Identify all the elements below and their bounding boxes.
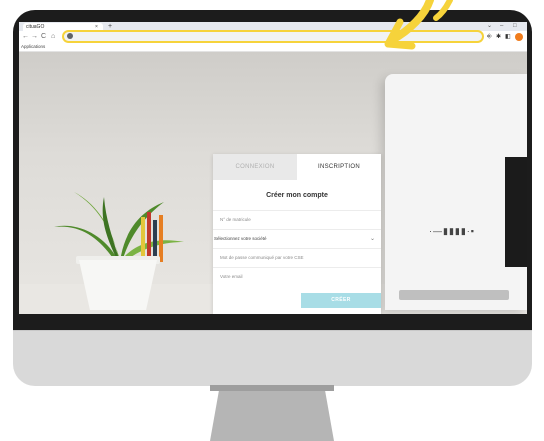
browser-tab-title: cituaGO <box>26 24 45 30</box>
maximize-button[interactable]: □ <box>513 22 517 31</box>
background-speaker-icon: ·—▮▮▮▮·▪ <box>429 226 475 236</box>
cast-icon[interactable]: ⎆ <box>487 32 492 42</box>
reload-icon[interactable]: C <box>41 32 46 42</box>
home-icon[interactable]: ⌂ <box>51 32 55 42</box>
create-account-button[interactable]: CRÉER <box>301 293 381 308</box>
tab-connexion[interactable]: CONNEXION <box>213 154 297 180</box>
company-select[interactable]: Sélectionnez votre société ⌄ <box>213 229 381 248</box>
screen: cituaGO × + ⌄ – □ ← → C ⌂ ⎆ ✱ ◧ Applicat… <box>19 22 527 314</box>
password-field[interactable]: Mot de passe communiqué par votre CSE <box>213 248 381 267</box>
pencils-icon <box>141 212 163 262</box>
matricule-field[interactable]: N° de matricule <box>213 210 381 229</box>
auth-card: CONNEXION INSCRIPTION Créer mon compte N… <box>213 154 381 314</box>
company-select-label: Sélectionnez votre société <box>214 236 267 241</box>
email-field[interactable]: Votre email <box>213 267 381 286</box>
forward-icon[interactable]: → <box>31 32 38 42</box>
background-computer-side <box>505 157 527 267</box>
background-keyboard <box>399 290 509 300</box>
browser-tab[interactable]: cituaGO <box>23 23 103 31</box>
monitor-stand <box>210 385 334 441</box>
new-tab-button[interactable]: + <box>108 22 112 31</box>
chevron-down-icon: ⌄ <box>369 236 375 242</box>
back-icon[interactable]: ← <box>22 32 29 42</box>
extensions-icon[interactable]: ✱ <box>496 32 501 42</box>
matricule-placeholder: N° de matricule <box>220 217 251 222</box>
tab-inscription[interactable]: INSCRIPTION <box>297 154 381 180</box>
plant-pot <box>79 260 157 310</box>
annotation-arrow-icon <box>384 0 453 50</box>
monitor-chin <box>13 330 532 386</box>
password-placeholder: Mot de passe communiqué par votre CSE <box>220 255 304 260</box>
site-info-icon[interactable] <box>67 33 73 39</box>
bookmark-applications[interactable]: Applications <box>21 43 45 51</box>
sidebar-icon[interactable]: ◧ <box>505 32 511 42</box>
minimize-button[interactable]: – <box>500 22 503 31</box>
form-title: Créer mon compte <box>266 192 328 199</box>
tab-search-icon[interactable]: ⌄ <box>487 22 492 31</box>
email-placeholder: Votre email <box>220 274 243 279</box>
auth-tabs: CONNEXION INSCRIPTION <box>213 154 381 180</box>
profile-avatar[interactable] <box>515 33 523 41</box>
tab-close-icon[interactable]: × <box>95 23 98 31</box>
monitor-stand-shadow <box>210 385 334 391</box>
